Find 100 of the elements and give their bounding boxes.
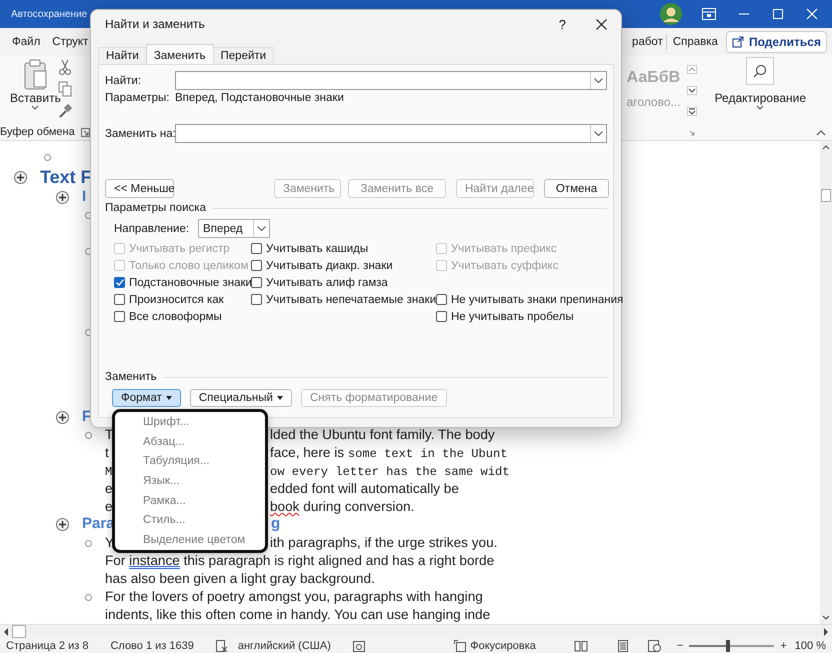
search-button[interactable] — [746, 57, 774, 85]
checkbox[interactable] — [251, 294, 262, 305]
scroll-left-icon[interactable] — [4, 628, 9, 636]
read-mode-icon[interactable] — [574, 640, 588, 652]
replace-field[interactable] — [175, 124, 607, 143]
menu-item[interactable]: Язык... — [143, 475, 180, 488]
zoom-value[interactable]: 100 % — [794, 640, 826, 652]
slider-thumb[interactable] — [726, 640, 730, 652]
menu-item[interactable]: Табуляция... — [143, 455, 210, 468]
document-heading: F — [82, 408, 92, 425]
menu-tab[interactable]: Справка — [672, 36, 718, 48]
menu-item[interactable]: Шрифт... — [143, 416, 190, 428]
checkbox[interactable] — [251, 277, 262, 288]
checkbox-label: Произносится как — [129, 294, 224, 306]
ribbon-display-icon[interactable] — [702, 8, 716, 20]
scissors-icon[interactable] — [58, 59, 72, 75]
checkbox[interactable] — [436, 311, 447, 322]
document-text: ow every letter has the same widt — [270, 464, 510, 480]
checkbox[interactable] — [114, 311, 125, 322]
brush-icon[interactable] — [58, 103, 72, 119]
field-label: Направление: — [114, 222, 190, 234]
menu-item[interactable]: Рамка... — [143, 494, 186, 507]
checkbox[interactable] — [251, 243, 262, 254]
document-text: lded the Ubuntu font family. The body — [270, 426, 495, 443]
close-icon[interactable] — [596, 18, 607, 30]
dialog-title: Найти и заменить — [105, 17, 205, 31]
menu-item[interactable]: Абзац... — [143, 436, 185, 448]
document-text: edded font will automatically be — [270, 480, 459, 497]
paste-label[interactable]: Вставить — [10, 91, 61, 105]
document-text: book during conversion. — [270, 498, 414, 515]
document-text: M — [105, 464, 112, 480]
zoom-in-button[interactable]: + — [780, 640, 787, 652]
focus-button[interactable]: Фокусировка — [470, 640, 536, 652]
launcher-icon[interactable] — [80, 128, 90, 136]
autosave-label: Автосохранение — [11, 8, 88, 20]
bullet-icon — [44, 154, 51, 160]
document-text: ith paragraphs, if the urge strikes you. — [270, 534, 498, 551]
checkbox[interactable] — [251, 260, 262, 271]
share-icon — [732, 36, 744, 48]
checkbox-label: Учитывать префикс — [451, 242, 557, 254]
dialog-tab[interactable]: Перейти — [212, 47, 274, 64]
maximize-icon[interactable] — [772, 8, 784, 20]
search-icon — [753, 64, 768, 78]
direction-select[interactable]: Вперед — [198, 219, 270, 238]
dialog-button[interactable]: Отмена — [544, 179, 609, 198]
document-text: has also been given a light gray background. — [105, 570, 375, 587]
proofing-icon[interactable] — [216, 640, 228, 652]
bullet-icon — [85, 432, 92, 438]
scroll-right-icon[interactable] — [823, 628, 828, 636]
checkbox[interactable] — [114, 294, 125, 305]
dialog-tab[interactable]: Найти — [98, 47, 147, 64]
document-text: T — [105, 427, 114, 443]
check-icon — [116, 279, 124, 286]
find-field[interactable] — [175, 71, 607, 90]
launcher-icon[interactable] — [687, 128, 696, 137]
expand-icon[interactable] — [56, 518, 69, 530]
scrollbar-thumb[interactable] — [821, 189, 831, 202]
group-label: Буфер обмена — [0, 126, 75, 138]
scrollbar-thumb[interactable] — [12, 625, 26, 638]
checkbox[interactable] — [114, 277, 125, 288]
expand-icon[interactable] — [14, 170, 27, 184]
menu-tab[interactable]: Файл — [12, 36, 40, 48]
format-button[interactable]: Специальный — [190, 389, 292, 407]
editing-label[interactable]: Редактирование — [714, 91, 806, 105]
checkbox[interactable] — [436, 294, 447, 305]
scroll-down-icon[interactable] — [822, 615, 830, 620]
caret-icon — [756, 105, 764, 111]
dialog-button[interactable]: << Меньше — [105, 179, 174, 198]
document-heading: I — [82, 188, 86, 205]
web-layout-icon[interactable] — [648, 640, 661, 652]
focus-icon[interactable] — [454, 640, 468, 652]
menu-tab[interactable]: Структ — [52, 36, 88, 48]
format-button[interactable]: Формат — [112, 389, 181, 407]
document-text: t — [105, 445, 109, 461]
checkbox-label: Не учитывать знаки препинания — [451, 294, 624, 306]
checkbox-label: Учитывать диакр. знаки — [266, 260, 393, 272]
word-count[interactable]: Слово 1 из 1639 — [110, 640, 194, 652]
dialog-tab[interactable]: Заменить — [146, 44, 214, 64]
language-label[interactable]: английский (США) — [238, 640, 331, 652]
avatar-icon — [660, 3, 682, 25]
menu-tab[interactable]: работ — [632, 36, 663, 48]
share-button[interactable]: Поделиться — [726, 30, 827, 52]
expand-icon[interactable] — [56, 190, 69, 204]
zoom-out-button[interactable]: − — [676, 640, 684, 652]
section-title: Параметры поиска — [105, 202, 206, 214]
document-text: face, here is some text in the Ubunt — [270, 444, 508, 462]
field-label: Найти: — [105, 74, 142, 86]
params-value: Вперед, Подстановочные знаки — [175, 92, 344, 106]
checkbox-label: Только слово целиком — [129, 260, 248, 272]
checkbox-label: Учитывать кашиды — [266, 242, 368, 254]
help-button[interactable]: ? — [558, 16, 566, 32]
clipboard-icon[interactable] — [22, 59, 48, 91]
collapse-icon[interactable] — [816, 130, 826, 136]
accessibility-icon[interactable] — [352, 640, 365, 652]
expand-icon[interactable] — [56, 410, 69, 424]
menu-item[interactable]: Выделение цветом — [143, 534, 246, 546]
page-count[interactable]: Страница 2 из 8 — [6, 640, 88, 652]
menu-item[interactable]: Стиль... — [143, 514, 186, 526]
scroll-up-icon[interactable] — [822, 145, 830, 150]
print-layout-icon[interactable] — [618, 640, 628, 652]
